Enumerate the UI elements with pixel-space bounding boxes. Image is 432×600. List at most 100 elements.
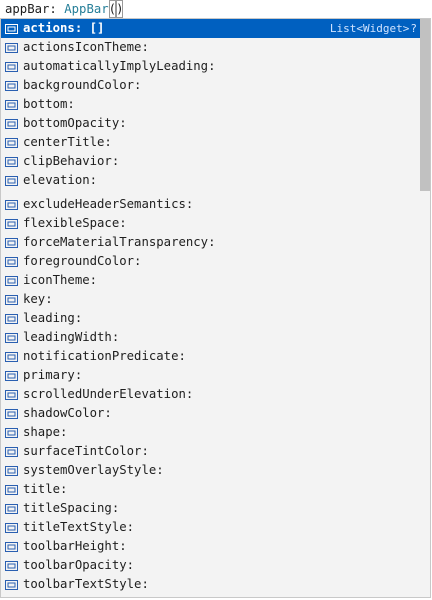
suggestion-item[interactable]: forceMaterialTransparency:	[1, 233, 420, 252]
suggestion-item[interactable]: notificationPredicate:	[1, 347, 420, 366]
field-icon	[5, 560, 18, 571]
type-reference: AppBar	[64, 2, 109, 16]
field-icon	[5, 275, 18, 286]
field-icon	[5, 446, 18, 457]
suggestion-label: flexibleSpace:	[23, 216, 127, 230]
field-icon	[5, 503, 18, 514]
suggestion-item[interactable]: titleSpacing:	[1, 499, 420, 518]
autocomplete-suggest-widget[interactable]: actions: [] List<Widget>? actionsIconTheme…	[0, 18, 431, 598]
field-icon	[5, 294, 18, 305]
property-name: appBar	[5, 2, 50, 16]
suggestion-item[interactable]: surfaceTintColor:	[1, 442, 420, 461]
field-icon	[5, 237, 18, 248]
field-icon	[5, 427, 18, 438]
field-icon	[5, 137, 18, 148]
suggestion-item[interactable]: primary:	[1, 366, 420, 385]
field-icon	[5, 256, 18, 267]
suggestion-item[interactable]: flexibleSpace:	[1, 214, 420, 233]
suggestion-label: actionsIconTheme:	[23, 40, 149, 54]
suggestion-item[interactable]: title:	[1, 480, 420, 499]
matching-paren-close: )	[116, 0, 124, 18]
suggestion-item[interactable]: actionsIconTheme:	[1, 38, 420, 57]
suggestion-item[interactable]: shadowColor:	[1, 404, 420, 423]
field-icon	[5, 484, 18, 495]
field-icon	[5, 156, 18, 167]
field-icon	[5, 389, 18, 400]
suggestion-item[interactable]: systemOverlayStyle:	[1, 461, 420, 480]
suggestion-item[interactable]: elevation:	[1, 171, 420, 190]
suggestion-item[interactable]: iconTheme:	[1, 271, 420, 290]
field-icon	[5, 541, 18, 552]
suggestion-label: title:	[23, 482, 68, 496]
suggestion-item[interactable]: leadingWidth:	[1, 328, 420, 347]
field-icon	[5, 465, 18, 476]
field-icon	[5, 313, 18, 324]
suggestion-item[interactable]: key:	[1, 290, 420, 309]
suggestion-item[interactable]: toolbarTextStyle:	[1, 575, 420, 594]
suggestion-label: shape:	[23, 425, 68, 439]
suggestion-label: elevation:	[23, 173, 98, 187]
field-icon	[5, 522, 18, 533]
suggestion-item[interactable]: centerTitle:	[1, 133, 420, 152]
field-icon	[5, 42, 18, 53]
suggestion-label: shadowColor:	[23, 406, 112, 420]
read-more-icon[interactable]: ?	[410, 19, 417, 38]
suggestion-label: toolbarOpacity:	[23, 558, 135, 572]
suggestion-label: forceMaterialTransparency:	[23, 235, 216, 249]
suggestion-item[interactable]: bottomOpacity:	[1, 114, 420, 133]
suggestion-label: iconTheme:	[23, 273, 98, 287]
suggestion-item[interactable]: automaticallyImplyLeading:	[1, 57, 420, 76]
suggestion-label: toolbarTextStyle:	[23, 577, 149, 591]
suggestion-item[interactable]: titleTextStyle:	[1, 518, 420, 537]
suggestion-item[interactable]: bottom:	[1, 95, 420, 114]
suggestion-type-text: List<Widget>	[329, 22, 410, 35]
suggestion-label: backgroundColor:	[23, 78, 142, 92]
field-icon	[5, 370, 18, 381]
scrollbar-thumb[interactable]	[420, 19, 430, 191]
suggestion-item[interactable]: toolbarOpacity:	[1, 556, 420, 575]
suggestion-label: bottom:	[23, 97, 75, 111]
suggestion-label: centerTitle:	[23, 135, 112, 149]
field-icon	[5, 23, 18, 34]
field-icon	[5, 175, 18, 186]
suggestion-label: leadingWidth:	[23, 330, 120, 344]
suggestion-label: notificationPredicate:	[23, 349, 186, 363]
suggestion-label: surfaceTintColor:	[23, 444, 149, 458]
suggestion-item[interactable]: toolbarHeight:	[1, 537, 420, 556]
suggestion-label: actions: []	[23, 21, 105, 35]
colon-separator: :	[49, 2, 65, 16]
field-icon	[5, 80, 18, 91]
suggestion-item[interactable]: scrolledUnderElevation:	[1, 385, 420, 404]
suggestion-label: leading:	[23, 311, 83, 325]
field-icon	[5, 408, 18, 419]
scrollbar-track[interactable]	[420, 19, 430, 597]
suggestion-item[interactable]: shape:	[1, 423, 420, 442]
field-icon	[5, 332, 18, 343]
field-icon	[5, 99, 18, 110]
suggestion-label: key:	[23, 292, 53, 306]
field-icon	[5, 218, 18, 229]
suggestion-label: foregroundColor:	[23, 254, 142, 268]
suggestion-label: toolbarHeight:	[23, 539, 127, 553]
suggestion-label: clipBehavior:	[23, 154, 120, 168]
suggestion-item[interactable]: backgroundColor:	[1, 76, 420, 95]
suggestion-label: primary:	[23, 368, 83, 382]
suggestion-label: titleSpacing:	[23, 501, 120, 515]
suggestion-item[interactable]: leading:	[1, 309, 420, 328]
suggestion-item[interactable]: excludeHeaderSemantics:	[1, 195, 420, 214]
suggestion-label: bottomOpacity:	[23, 116, 127, 130]
code-editor-line[interactable]: appBar: AppBar()	[0, 0, 432, 18]
suggestion-item[interactable]: foregroundColor:	[1, 252, 420, 271]
field-icon	[5, 118, 18, 129]
suggestion-label: scrolledUnderElevation:	[23, 387, 194, 401]
suggestion-item-selected[interactable]: actions: [] List<Widget>?	[1, 19, 420, 38]
field-icon	[5, 579, 18, 590]
suggestion-label: systemOverlayStyle:	[23, 463, 164, 477]
field-icon	[5, 351, 18, 362]
suggestion-label: excludeHeaderSemantics:	[23, 197, 194, 211]
suggestion-item[interactable]: clipBehavior:	[1, 152, 420, 171]
suggestion-label: automaticallyImplyLeading:	[23, 59, 216, 73]
suggestion-list[interactable]: actions: [] List<Widget>? actionsIconTheme…	[1, 19, 420, 597]
matching-paren-open: (	[108, 0, 117, 18]
field-icon	[5, 199, 18, 210]
